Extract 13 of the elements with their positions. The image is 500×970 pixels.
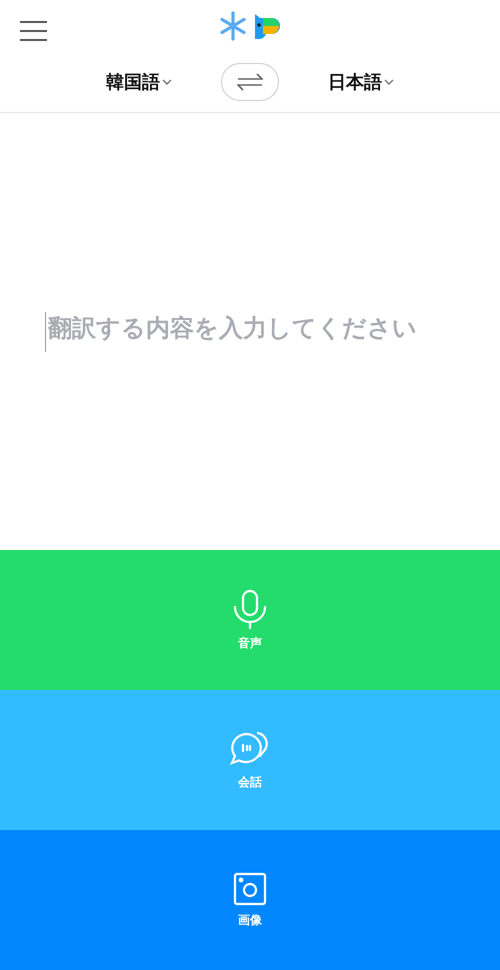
menu-button[interactable] bbox=[20, 19, 47, 43]
microphone-icon bbox=[232, 588, 268, 628]
camera-icon bbox=[233, 872, 267, 906]
caret-icon bbox=[162, 78, 172, 86]
swap-languages-button[interactable] bbox=[221, 63, 279, 102]
conversation-mode-button[interactable]: 会話 bbox=[0, 690, 500, 830]
target-language-dropdown[interactable]: 日本語 bbox=[321, 70, 401, 94]
caret-icon bbox=[384, 78, 394, 86]
swap-icon bbox=[237, 73, 263, 92]
source-language-dropdown[interactable]: 韓国語 bbox=[99, 70, 179, 94]
image-mode-button[interactable]: 画像 bbox=[0, 830, 500, 970]
voice-mode-button[interactable]: 音声 bbox=[0, 550, 500, 690]
logo-icon bbox=[219, 10, 281, 42]
